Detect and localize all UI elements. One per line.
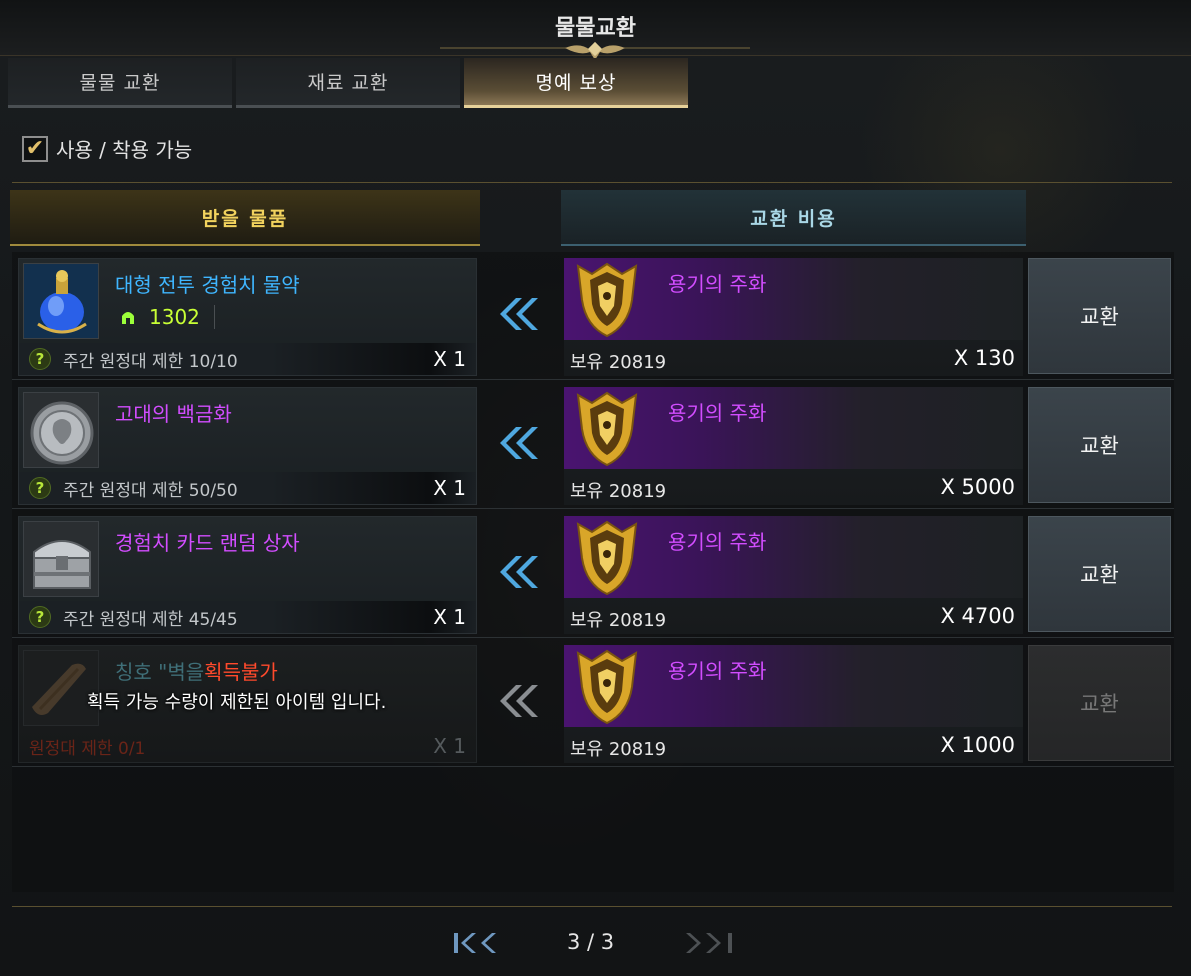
courage-coin-icon: [576, 520, 638, 596]
owned-count: 보유 20819: [570, 352, 667, 373]
unavailable-label: 획득불가: [204, 660, 278, 684]
reward-item-name: 고대의 백금화: [115, 402, 232, 426]
owned-count: 보유 20819: [570, 610, 667, 631]
treasure-chest-icon: [23, 521, 99, 597]
reward-quantity: X 1: [433, 605, 466, 629]
help-icon[interactable]: ?: [29, 477, 51, 499]
pagination: 3 / 3: [0, 928, 1191, 960]
reward-item-name: 칭호 "벽을획득불가: [115, 656, 278, 685]
potion-icon: [23, 263, 99, 339]
limit-tooltip: 획득 가능 수량이 제한된 아이템 입니다.: [87, 692, 387, 713]
reward-item-name-dim: 칭호 "벽을: [115, 660, 205, 684]
reward-item-card[interactable]: 고대의 백금화 ? 주간 원정대 제한 50/50 X 1: [18, 387, 477, 505]
limit-text: 주간 원정대 제한 50/50: [63, 480, 238, 501]
first-page-icon[interactable]: [450, 928, 502, 958]
reward-quantity: X 1: [433, 347, 466, 371]
cost-item-name: 용기의 주화: [668, 530, 767, 554]
limit-bar: ? 주간 원정대 제한 45/45: [19, 601, 476, 633]
cost-quantity: X 130: [953, 346, 1015, 370]
bottom-divider: [12, 906, 1172, 907]
limit-bar: ? 주간 원정대 제한 10/10: [19, 343, 476, 375]
limit-text: 주간 원정대 제한 10/10: [63, 351, 238, 372]
tab-bar: 물물 교환 재료 교환 명예 보상: [8, 58, 688, 110]
exchange-row: 고대의 백금화 ? 주간 원정대 제한 50/50 X 1 용기의 주화 보유 …: [12, 383, 1174, 507]
level-separator: [213, 305, 215, 329]
tab-material-exchange[interactable]: 재료 교환: [236, 58, 460, 108]
reward-item-card[interactable]: 대형 전투 경험치 물약 1302 ? 주간 원정대 제한 10/10 X 1: [18, 258, 477, 376]
reward-quantity: X 1: [433, 734, 466, 758]
exchange-row: 칭호 "벽을획득불가 획득 가능 수량이 제한된 아이템 입니다. 원정대 제한…: [12, 641, 1174, 765]
receive-column-header: 받을 물품: [10, 190, 480, 246]
cost-item-name: 용기의 주화: [668, 401, 767, 425]
cost-item-card: 용기의 주화 보유 20819 X 5000: [564, 387, 1023, 505]
owned-count: 보유 20819: [570, 481, 667, 502]
exchange-row: 대형 전투 경험치 물약 1302 ? 주간 원정대 제한 10/10 X 1: [12, 254, 1174, 378]
exchange-list: 대형 전투 경험치 물약 1302 ? 주간 원정대 제한 10/10 X 1: [12, 252, 1174, 892]
exchange-button[interactable]: 교환: [1028, 516, 1171, 632]
reward-item-name: 경험치 카드 랜덤 상자: [115, 531, 300, 555]
page-indicator: 3 / 3: [567, 930, 615, 954]
row-divider: [12, 379, 1174, 380]
reward-item-name: 대형 전투 경험치 물약: [115, 273, 300, 297]
usable-filter[interactable]: ✔ 사용 / 착용 가능: [22, 134, 192, 163]
row-divider: [12, 766, 1174, 767]
exchange-button[interactable]: 교환: [1028, 258, 1171, 374]
tab-honor-reward[interactable]: 명예 보상: [464, 58, 688, 108]
cost-column-header: 교환 비용: [561, 190, 1026, 246]
double-chevron-left-icon: [500, 427, 538, 459]
courage-coin-icon: [576, 391, 638, 467]
double-chevron-left-icon: [500, 685, 538, 717]
cost-quantity: X 4700: [940, 604, 1015, 628]
platinum-coin-icon: [23, 392, 99, 468]
helmet-icon: [119, 307, 137, 327]
cost-item-card: 용기의 주화 보유 20819 X 130: [564, 258, 1023, 376]
usable-checkbox[interactable]: ✔: [22, 135, 48, 162]
reward-quantity: X 1: [433, 476, 466, 500]
cost-item-name: 용기의 주화: [668, 659, 767, 683]
limit-text: 원정대 제한 0/1: [29, 739, 146, 759]
double-chevron-left-icon: [500, 556, 538, 588]
reward-item-card[interactable]: 경험치 카드 랜덤 상자 ? 주간 원정대 제한 45/45 X 1: [18, 516, 477, 634]
limit-text: 주간 원정대 제한 45/45: [63, 609, 238, 630]
usable-filter-label: 사용 / 착용 가능: [56, 138, 193, 162]
courage-coin-icon: [576, 262, 638, 338]
exchange-row: 경험치 카드 랜덤 상자 ? 주간 원정대 제한 45/45 X 1 용기의 주…: [12, 512, 1174, 636]
tab-barter[interactable]: 물물 교환: [8, 58, 232, 108]
courage-coin-icon: [576, 649, 638, 725]
row-divider: [12, 637, 1174, 638]
help-icon[interactable]: ?: [29, 348, 51, 370]
double-chevron-left-icon: [500, 298, 538, 330]
window-title: 물물교환: [555, 16, 636, 41]
cost-quantity: X 5000: [940, 475, 1015, 499]
item-level: 1302: [119, 305, 215, 329]
cost-quantity: X 1000: [940, 733, 1015, 757]
cost-item-card: 용기의 주화 보유 20819 X 4700: [564, 516, 1023, 634]
title-bar: 물물교환: [0, 0, 1191, 60]
cost-item-name: 용기의 주화: [668, 272, 767, 296]
last-page-icon[interactable]: [684, 928, 736, 958]
owned-count: 보유 20819: [570, 739, 667, 760]
exchange-button[interactable]: 교환: [1028, 387, 1171, 503]
item-level-value: 1302: [149, 305, 200, 329]
row-divider: [12, 508, 1174, 509]
help-icon[interactable]: ?: [29, 606, 51, 628]
exchange-button-disabled[interactable]: 교환: [1028, 645, 1171, 761]
top-divider: [12, 182, 1172, 183]
limit-bar: ? 주간 원정대 제한 50/50: [19, 472, 476, 504]
reward-item-card[interactable]: 칭호 "벽을획득불가 획득 가능 수량이 제한된 아이템 입니다. 원정대 제한…: [18, 645, 477, 763]
cost-item-card: 용기의 주화 보유 20819 X 1000: [564, 645, 1023, 763]
